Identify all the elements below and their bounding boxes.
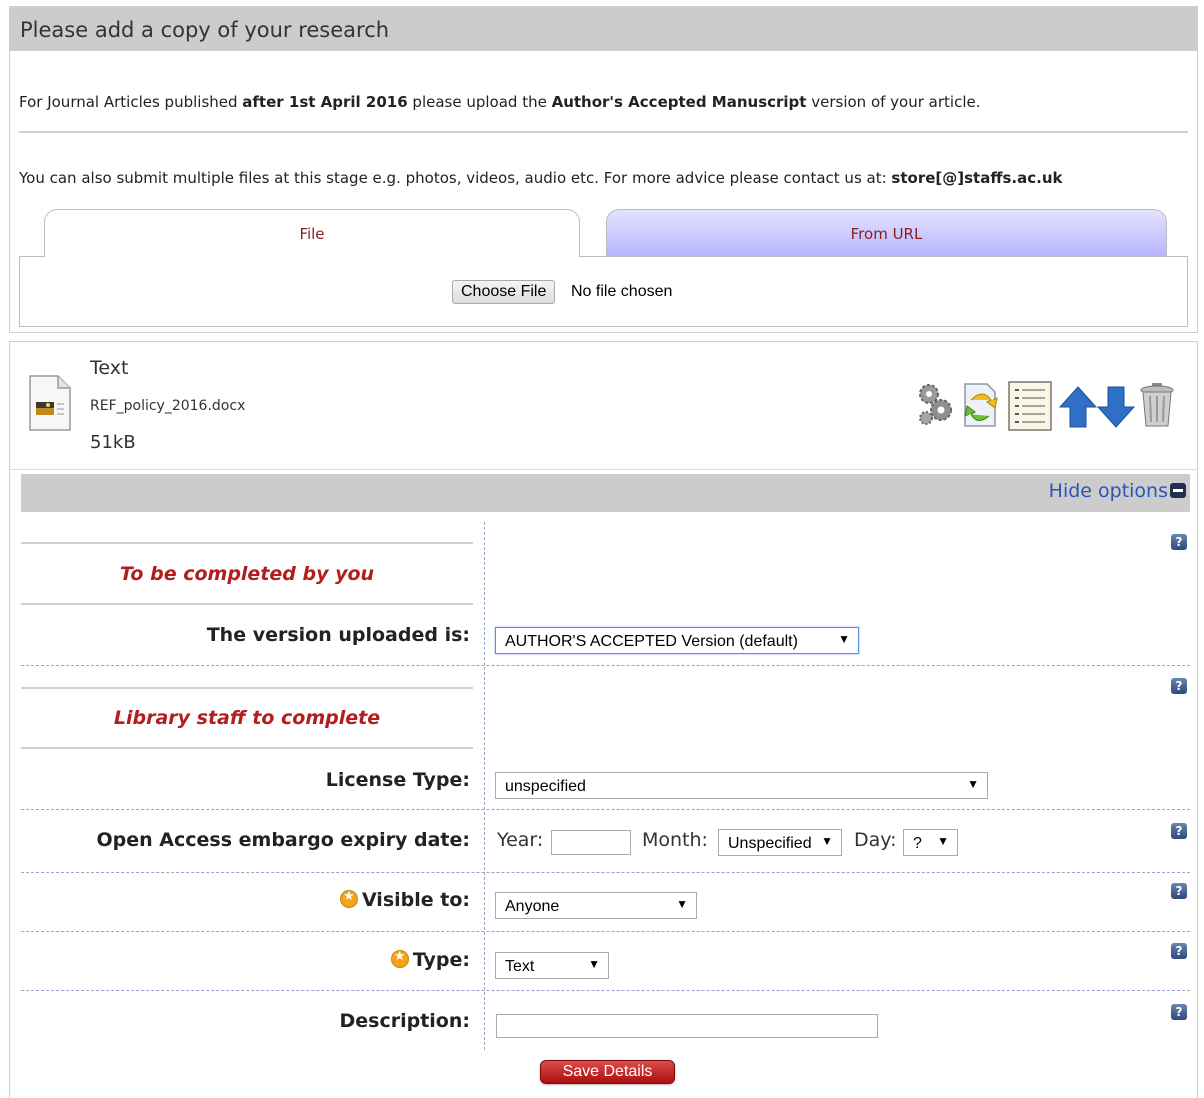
help-icon[interactable]: ? bbox=[1171, 943, 1187, 959]
upload-panel: Please add a copy of your research For J… bbox=[9, 6, 1198, 333]
divider bbox=[19, 131, 1188, 133]
tab-body-file: Choose File No file chosen bbox=[19, 256, 1188, 327]
license-select[interactable]: unspecified ▼ bbox=[495, 772, 988, 799]
version-select[interactable]: AUTHOR'S ACCEPTED Version (default) ▼ bbox=[495, 627, 859, 654]
description-input[interactable] bbox=[496, 1014, 878, 1038]
day-label: Day: bbox=[854, 829, 897, 851]
convert-icon[interactable] bbox=[961, 380, 1001, 432]
dropdown-caret-icon: ▼ bbox=[937, 834, 949, 848]
file-panel: Text REF_policy_2016.docx 51kB Hide opti… bbox=[9, 341, 1198, 1098]
arrow-up-icon[interactable] bbox=[1058, 386, 1098, 432]
section-rule bbox=[21, 603, 473, 605]
year-label: Year: bbox=[497, 829, 544, 851]
type-label-text: Type: bbox=[412, 949, 470, 971]
tab-from-url[interactable]: From URL bbox=[606, 209, 1167, 257]
month-label: Month: bbox=[642, 829, 708, 851]
upload-heading: Please add a copy of your research bbox=[10, 7, 1197, 51]
help-icon[interactable]: ? bbox=[1171, 883, 1187, 899]
help-icon[interactable]: ? bbox=[1171, 1004, 1187, 1020]
help-icon[interactable]: ? bbox=[1171, 534, 1187, 550]
visible-label: Visible to: bbox=[339, 889, 470, 911]
year-input[interactable] bbox=[551, 830, 631, 855]
version-select-value: AUTHOR'S ACCEPTED Version (default) bbox=[505, 633, 798, 650]
section-rule bbox=[21, 747, 473, 749]
month-select-value: Unspecified bbox=[728, 835, 812, 852]
required-star-icon bbox=[339, 889, 358, 908]
help-icon[interactable]: ? bbox=[1171, 823, 1187, 839]
file-divider bbox=[10, 469, 1197, 470]
file-size: 51kB bbox=[90, 432, 136, 453]
embargo-label: Open Access embargo expiry date: bbox=[96, 829, 471, 851]
document-icon bbox=[28, 374, 72, 432]
version-label: The version uploaded is: bbox=[206, 624, 470, 646]
row-divider bbox=[21, 809, 1190, 810]
intro-text-journal: For Journal Articles published after 1st… bbox=[19, 93, 981, 111]
visible-select[interactable]: Anyone ▼ bbox=[495, 892, 697, 919]
dropdown-caret-icon: ▼ bbox=[676, 897, 688, 911]
column-divider bbox=[484, 522, 485, 1050]
dropdown-caret-icon: ▼ bbox=[821, 834, 833, 848]
choose-file-button[interactable]: Choose File bbox=[452, 280, 556, 304]
section-title-you: To be completed by you bbox=[119, 563, 375, 585]
file-name: REF_policy_2016.docx bbox=[90, 398, 246, 414]
hide-options-link[interactable]: Hide options bbox=[1049, 480, 1186, 502]
help-icon[interactable]: ? bbox=[1171, 678, 1187, 694]
license-select-value: unspecified bbox=[505, 778, 586, 795]
visible-select-value: Anyone bbox=[505, 898, 560, 915]
gears-icon[interactable] bbox=[915, 380, 955, 432]
description-label: Description: bbox=[339, 1010, 471, 1032]
dropdown-caret-icon: ▼ bbox=[588, 957, 600, 971]
required-star-icon bbox=[390, 949, 409, 968]
day-select-value: ? bbox=[913, 835, 922, 852]
section-rule bbox=[21, 687, 473, 689]
no-file-chosen-text: No file chosen bbox=[571, 283, 673, 300]
row-divider bbox=[21, 872, 1190, 873]
section-rule bbox=[21, 542, 473, 544]
visible-label-text: Visible to: bbox=[361, 889, 470, 911]
minus-icon[interactable] bbox=[1170, 483, 1186, 498]
row-divider bbox=[21, 665, 1190, 666]
arrow-down-icon[interactable] bbox=[1096, 386, 1136, 432]
tab-file[interactable]: File bbox=[44, 209, 580, 257]
month-select[interactable]: Unspecified ▼ bbox=[718, 829, 842, 856]
section-title-library: Library staff to complete bbox=[113, 707, 381, 729]
row-divider bbox=[21, 990, 1190, 991]
file-type: Text bbox=[90, 357, 129, 379]
dropdown-caret-icon: ▼ bbox=[838, 632, 850, 646]
options-bar: Hide options bbox=[21, 474, 1190, 512]
save-details-button[interactable]: Save Details bbox=[540, 1060, 675, 1084]
type-label: Type: bbox=[390, 949, 470, 971]
intro-text-multiple: You can also submit multiple files at th… bbox=[19, 169, 1063, 187]
day-select[interactable]: ? ▼ bbox=[903, 829, 958, 856]
type-select-value: Text bbox=[505, 958, 535, 975]
type-select[interactable]: Text ▼ bbox=[495, 952, 609, 979]
trash-icon[interactable] bbox=[1139, 382, 1175, 432]
license-label: License Type: bbox=[325, 769, 470, 791]
row-divider bbox=[21, 931, 1190, 932]
document-list-icon[interactable] bbox=[1007, 380, 1053, 436]
hide-options-label: Hide options bbox=[1048, 480, 1168, 502]
dropdown-caret-icon: ▼ bbox=[967, 777, 979, 791]
